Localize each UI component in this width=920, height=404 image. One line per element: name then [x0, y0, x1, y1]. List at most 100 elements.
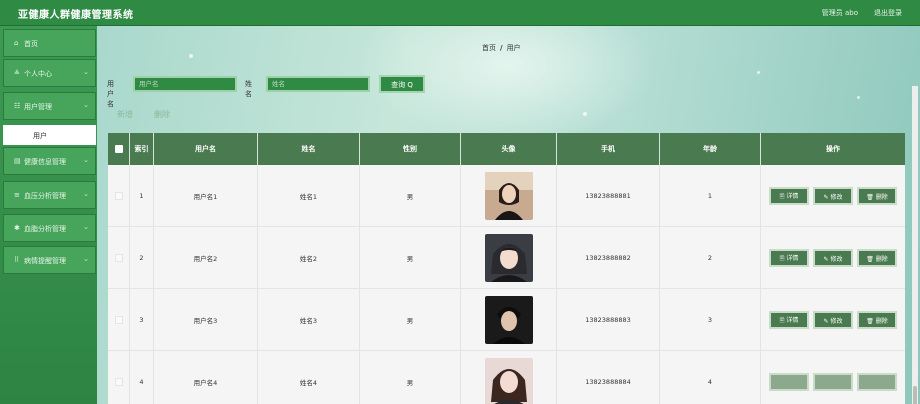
phone-cell: 13823888883	[557, 289, 660, 351]
chevron-down-icon: ⌄	[83, 190, 89, 198]
sidebar-item-blood-pressure[interactable]: ≡ 血压分析管理 ⌄	[3, 181, 96, 209]
username-cell: 用户名2	[154, 227, 258, 289]
sidebar-item-personal-center[interactable]: ≗ 个人中心 ⌄	[3, 59, 96, 87]
row-checkbox[interactable]	[114, 192, 123, 200]
app-title: 亚健康人群健康管理系统	[18, 10, 134, 21]
age-cell: 1	[660, 165, 761, 227]
home-icon: ⌂	[14, 39, 19, 47]
grid-icon: ⠿	[14, 256, 20, 264]
sidebar-item-blood-lipid[interactable]: ✱ 血脂分析管理 ⌄	[3, 214, 96, 242]
scrollbar-thumb[interactable]	[913, 386, 917, 404]
avatar-cell	[461, 351, 557, 404]
column-header-gender: 性别	[360, 133, 461, 165]
row-checkbox[interactable]	[114, 316, 123, 324]
avatar	[484, 172, 533, 220]
column-header-phone: 手机	[557, 133, 660, 165]
table-row: 4 用户名4 姓名4 男 13823888884 4 🗎 详情 ✎ 修改 🗑 删…	[108, 351, 905, 404]
sidebar-item-label: 首页	[24, 40, 38, 48]
gender-cell: 男	[360, 227, 461, 289]
sidebar-item-label: 血脂分析管理	[24, 225, 66, 233]
username-search-input[interactable]	[133, 76, 237, 92]
sidebar-item-label: 血压分析管理	[24, 192, 66, 200]
breadcrumb: 首页 / 用户	[482, 43, 521, 53]
batch-delete-button[interactable]: 删除	[154, 109, 170, 120]
edit-button[interactable]: ✎ 修改	[813, 187, 853, 205]
table-row: 1 用户名1 姓名1 男 13823888881 1 🗎 详情 ✎ 修改 🗑 删…	[108, 165, 905, 227]
breadcrumb-current: 用户	[506, 44, 521, 52]
chevron-down-icon: ⌄	[83, 68, 89, 76]
logout-link[interactable]: 退出登录	[874, 8, 902, 18]
users-icon: ☷	[14, 102, 21, 110]
gender-cell: 男	[360, 289, 461, 351]
username-cell: 用户名1	[154, 165, 258, 227]
edit-button[interactable]: ✎ 修改	[813, 311, 853, 329]
gender-cell: 男	[360, 351, 461, 404]
delete-button[interactable]: 🗑 删除	[857, 311, 897, 329]
row-checkbox-cell	[108, 165, 130, 227]
sidebar-item-condition-reminder[interactable]: ⠿ 病情提醒管理 ⌄	[3, 246, 96, 274]
index-cell: 3	[130, 289, 154, 351]
table-row: 3 用户名3 姓名3 男 13823888883 3 🗎 详情 ✎ 修改 🗑 删…	[108, 289, 905, 351]
detail-button[interactable]: 🗎 详情	[769, 249, 809, 267]
scrollbar[interactable]	[912, 86, 918, 404]
breadcrumb-separator: /	[500, 44, 503, 52]
username-label: 用户名	[107, 80, 114, 108]
actions-cell: 🗎 详情 ✎ 修改 🗑 删除	[761, 227, 905, 289]
sidebar-subitem-user[interactable]: 用户	[3, 125, 96, 145]
column-header-name: 姓名	[258, 133, 360, 165]
sidebar-item-health-info[interactable]: ▤ 健康信息管理 ⌄	[3, 147, 96, 175]
phone-cell: 13823888882	[557, 227, 660, 289]
detail-button[interactable]: 🗎 详情	[769, 187, 809, 205]
breadcrumb-home[interactable]: 首页	[482, 44, 496, 52]
phone-cell: 13823888884	[557, 351, 660, 404]
avatar-cell	[461, 165, 557, 227]
detail-button[interactable]: 🗎 详情	[769, 311, 809, 329]
delete-button[interactable]: 🗑 删除	[857, 373, 897, 391]
delete-button[interactable]: 🗑 删除	[857, 187, 897, 205]
row-checkbox[interactable]	[114, 378, 123, 386]
user-icon: ≗	[14, 69, 20, 77]
name-cell: 姓名2	[258, 227, 360, 289]
username-cell: 用户名3	[154, 289, 258, 351]
sidebar: ⌂ 首页 ≗ 个人中心 ⌄ ☷ 用户管理 ⌄ 用户 ▤ 健康信息管理 ⌄ ≡ 血…	[0, 26, 97, 404]
actions-cell: 🗎 详情 ✎ 修改 🗑 删除	[761, 351, 905, 404]
sidebar-item-home[interactable]: ⌂ 首页	[3, 29, 96, 57]
name-cell: 姓名3	[258, 289, 360, 351]
actions-cell: 🗎 详情 ✎ 修改 🗑 删除	[761, 165, 905, 227]
list-icon: ≡	[14, 191, 20, 199]
age-cell: 2	[660, 227, 761, 289]
row-checkbox[interactable]	[114, 254, 123, 262]
avatar-cell	[461, 227, 557, 289]
add-button[interactable]: 新增	[117, 109, 133, 120]
top-bar: 亚健康人群健康管理系统 管理员 abo 退出登录	[0, 0, 920, 26]
username-cell: 用户名4	[154, 351, 258, 404]
name-label: 姓名	[245, 80, 252, 98]
phone-cell: 13823888881	[557, 165, 660, 227]
chevron-down-icon: ⌄	[83, 101, 89, 109]
column-header-age: 年龄	[660, 133, 761, 165]
current-user: 管理员 abo	[821, 9, 858, 17]
delete-button[interactable]: 🗑 删除	[857, 249, 897, 267]
sidebar-item-user-management[interactable]: ☷ 用户管理 ⌄	[3, 92, 96, 120]
detail-button[interactable]: 🗎 详情	[769, 373, 809, 391]
avatar	[484, 296, 533, 344]
row-checkbox-cell	[108, 289, 130, 351]
age-cell: 3	[660, 289, 761, 351]
search-button[interactable]: 查询 Q	[379, 75, 425, 93]
age-cell: 4	[660, 351, 761, 404]
row-checkbox-cell	[108, 227, 130, 289]
avatar	[484, 234, 533, 282]
index-cell: 1	[130, 165, 154, 227]
edit-button[interactable]: ✎ 修改	[813, 249, 853, 267]
column-header-actions: 操作	[826, 145, 840, 153]
table-row: 2 用户名2 姓名2 男 13823888882 2 🗎 详情 ✎ 修改 🗑 删…	[108, 227, 905, 289]
sidebar-item-label: 健康信息管理	[24, 158, 66, 166]
edit-button[interactable]: ✎ 修改	[813, 373, 853, 391]
list-icon: ▤	[14, 157, 21, 165]
sugar-icon: ✱	[14, 224, 20, 232]
select-all-checkbox[interactable]	[108, 133, 130, 165]
name-cell: 姓名4	[258, 351, 360, 404]
name-search-input[interactable]	[266, 76, 370, 92]
actions-cell: 🗎 详情 ✎ 修改 🗑 删除	[761, 289, 905, 351]
user-table: 索引 用户名 姓名 性别 头像 手机 年龄 操作 1 用户名1 姓名1 男 13…	[108, 133, 905, 404]
